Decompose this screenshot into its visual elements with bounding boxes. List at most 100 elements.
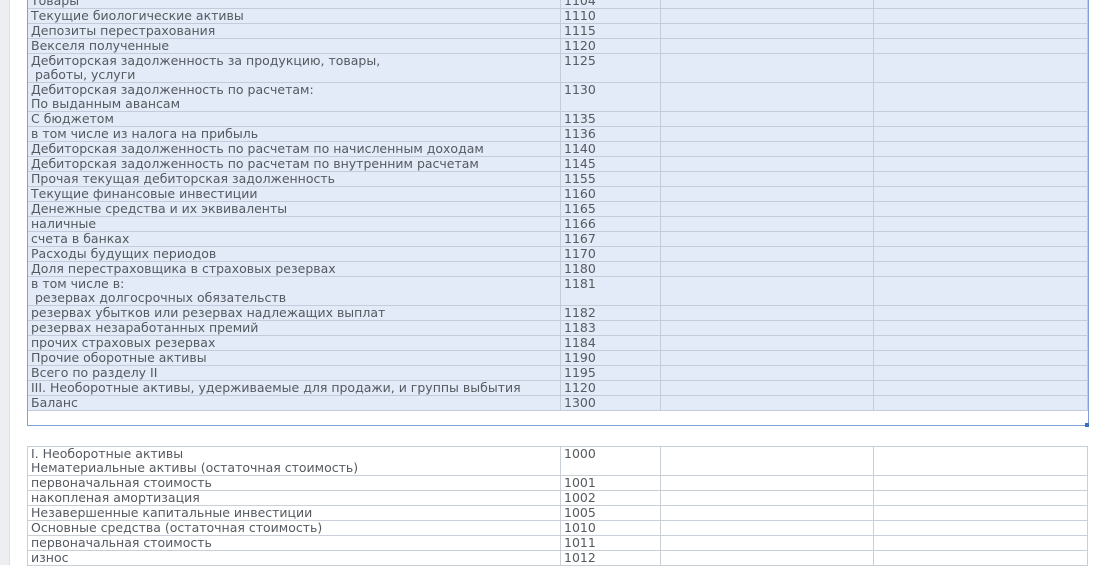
row-name-cell[interactable]: Дебиторская задолженность за продукцию, … [27,53,561,83]
table-row[interactable]: Дебиторская задолженность по расчетам по… [27,141,1088,157]
row-value-cell-2[interactable] [873,231,1088,247]
selection-resize-handle[interactable] [1085,423,1089,427]
row-code-cell[interactable]: 1011 [560,535,661,551]
row-value-cell-2[interactable] [873,261,1088,277]
row-name-cell[interactable]: Векселя полученные [27,38,561,54]
row-value-cell-1[interactable] [660,335,874,351]
row-code-cell[interactable]: 1140 [560,141,661,157]
row-code-cell[interactable]: 1125 [560,53,661,83]
table-row[interactable]: наличные 1166 [27,216,1088,232]
row-code-cell[interactable]: 1181 [560,276,661,306]
row-value-cell-2[interactable] [873,520,1088,536]
row-code-cell[interactable]: 1002 [560,490,661,506]
row-value-cell-2[interactable] [873,365,1088,381]
row-code-cell[interactable]: 1160 [560,186,661,202]
row-name-cell[interactable]: в том числе из налога на прибыль [27,126,561,142]
table-row[interactable]: счета в банках 1167 [27,231,1088,247]
row-name-cell[interactable]: Доля перестраховщика в страховых резерва… [27,261,561,277]
row-value-cell-2[interactable] [873,380,1088,396]
row-code-cell[interactable]: 1005 [560,505,661,521]
row-value-cell-1[interactable] [660,156,874,172]
table-row[interactable]: в том числе из налога на прибыль 1136 [27,126,1088,142]
row-name-cell[interactable]: Текущие финансовые инвестиции [27,186,561,202]
table-row[interactable]: Денежные средства и их эквиваленты 1165 [27,201,1088,217]
table-row[interactable]: Дебиторская задолженность по расчетам по… [27,156,1088,172]
row-code-cell[interactable]: 1012 [560,550,661,566]
row-value-cell-2[interactable] [873,276,1088,306]
row-value-cell-1[interactable] [660,111,874,127]
row-value-cell-1[interactable] [660,520,874,536]
row-code-cell[interactable]: 1180 [560,261,661,277]
row-value-cell-2[interactable] [873,475,1088,491]
table-row[interactable]: Незавершенные капитальные инвестиции 1005 [27,505,1088,521]
table-row[interactable]: Дебиторская задолженность по расчетам: П… [27,82,1088,112]
row-value-cell-2[interactable] [873,446,1088,476]
row-name-cell[interactable]: Товары [27,0,561,9]
table-row[interactable]: Баланс 1300 [27,395,1088,411]
row-value-cell-1[interactable] [660,365,874,381]
table-row[interactable]: I. Необоротные активы Нематериальные акт… [27,446,1088,476]
row-name-cell[interactable]: накопленая амортизация [27,490,561,506]
row-name-cell[interactable]: Депозиты перестрахования [27,23,561,39]
row-name-cell[interactable]: Дебиторская задолженность по расчетам: П… [27,82,561,112]
row-value-cell-2[interactable] [873,156,1088,172]
row-name-cell[interactable]: Незавершенные капитальные инвестиции [27,505,561,521]
table-row[interactable]: износ 1012 [27,550,1088,566]
row-name-cell[interactable]: Расходы будущих периодов [27,246,561,262]
table-row[interactable]: Товары 1104 [27,0,1088,9]
row-name-cell[interactable]: Текущие биологические активы [27,8,561,24]
row-value-cell-2[interactable] [873,490,1088,506]
row-code-cell[interactable]: 1170 [560,246,661,262]
row-value-cell-2[interactable] [873,8,1088,24]
row-name-cell[interactable]: Дебиторская задолженность по расчетам по… [27,156,561,172]
row-code-cell[interactable]: 1010 [560,520,661,536]
row-value-cell-2[interactable] [873,0,1088,9]
table-row[interactable]: Векселя полученные 1120 [27,38,1088,54]
row-name-cell[interactable]: первоначальная стоимость [27,535,561,551]
table-row[interactable]: первоначальная стоимость 1011 [27,535,1088,551]
row-code-cell[interactable]: 1167 [560,231,661,247]
row-value-cell-1[interactable] [660,231,874,247]
row-value-cell-2[interactable] [873,53,1088,83]
row-code-cell[interactable]: 1166 [560,216,661,232]
row-value-cell-1[interactable] [660,475,874,491]
table-row[interactable]: III. Необоротные активы, удерживаемые дл… [27,380,1088,396]
row-value-cell-2[interactable] [873,335,1088,351]
table-row[interactable]: прочих страховых резервах 1184 [27,335,1088,351]
table-row[interactable]: Основные средства (остаточная стоимость)… [27,520,1088,536]
row-name-cell[interactable]: Прочая текущая дебиторская задолженность [27,171,561,187]
table-row[interactable]: Депозиты перестрахования 1115 [27,23,1088,39]
row-value-cell-1[interactable] [660,126,874,142]
row-code-cell[interactable]: 1190 [560,350,661,366]
row-value-cell-1[interactable] [660,38,874,54]
row-value-cell-2[interactable] [873,141,1088,157]
row-code-cell[interactable]: 1300 [560,395,661,411]
row-code-cell[interactable]: 1130 [560,82,661,112]
row-value-cell-2[interactable] [873,82,1088,112]
row-value-cell-1[interactable] [660,505,874,521]
row-value-cell-1[interactable] [660,8,874,24]
row-value-cell-2[interactable] [873,535,1088,551]
row-value-cell-1[interactable] [660,53,874,83]
table-row[interactable]: С бюджетом 1135 [27,111,1088,127]
row-name-cell[interactable]: прочих страховых резервах [27,335,561,351]
row-name-cell[interactable]: Дебиторская задолженность по расчетам по… [27,141,561,157]
row-code-cell[interactable]: 1001 [560,475,661,491]
row-name-cell[interactable]: I. Необоротные активы Нематериальные акт… [27,446,561,476]
row-code-cell[interactable]: 1136 [560,126,661,142]
row-value-cell-1[interactable] [660,141,874,157]
row-value-cell-2[interactable] [873,23,1088,39]
row-code-cell[interactable]: 1182 [560,305,661,321]
row-value-cell-1[interactable] [660,201,874,217]
row-value-cell-1[interactable] [660,23,874,39]
table-row[interactable]: резервах убытков или резервах надлежащих… [27,305,1088,321]
table-row[interactable]: в том числе в: резервах долгосрочных обя… [27,276,1088,306]
row-code-cell[interactable]: 1135 [560,111,661,127]
row-value-cell-2[interactable] [873,395,1088,411]
table-row[interactable]: Всего по разделу II 1195 [27,365,1088,381]
row-code-cell[interactable]: 1104 [560,0,661,9]
row-value-cell-2[interactable] [873,550,1088,566]
table-row[interactable]: Доля перестраховщика в страховых резерва… [27,261,1088,277]
table-row[interactable]: первоначальная стоимость 1001 [27,475,1088,491]
row-name-cell[interactable]: III. Необоротные активы, удерживаемые дл… [27,380,561,396]
